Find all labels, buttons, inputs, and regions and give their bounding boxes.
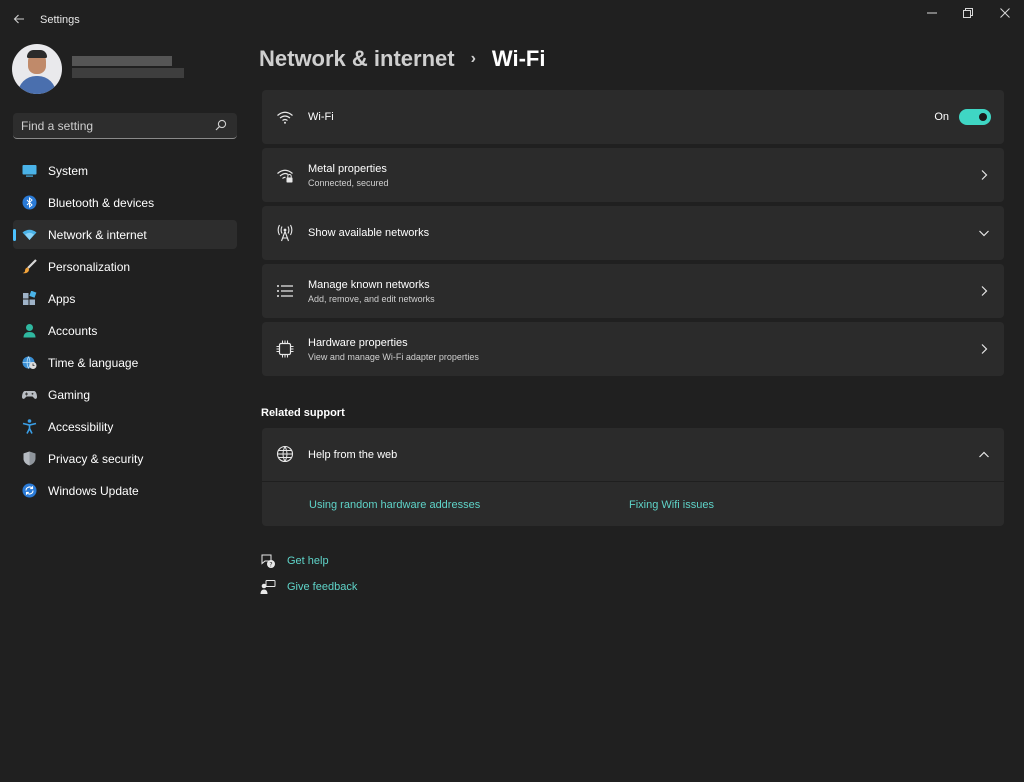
give-feedback-label: Give feedback — [287, 581, 358, 593]
sidebar-item-label: Accessibility — [48, 419, 114, 434]
chevron-right-icon — [981, 286, 988, 296]
accessibility-icon — [22, 419, 37, 434]
wifi-toggle-state: On — [934, 111, 949, 123]
antenna-icon — [277, 224, 293, 242]
sidebar-item-label: Bluetooth & devices — [48, 195, 155, 210]
list-icon — [277, 285, 293, 297]
chip-icon — [276, 340, 294, 358]
avatar — [12, 44, 62, 94]
chevron-right-icon — [981, 344, 988, 354]
network-properties-row[interactable]: Metal properties Connected, secured — [262, 148, 1004, 202]
search-box[interactable] — [13, 113, 237, 139]
globe-icon — [276, 445, 294, 463]
related-support-heading: Related support — [261, 407, 345, 419]
back-arrow-icon — [13, 14, 24, 24]
hardware-properties-subtitle: View and manage Wi-Fi adapter properties — [308, 352, 479, 362]
help-link-random-hardware-addresses[interactable]: Using random hardware addresses — [309, 499, 480, 511]
apps-icon — [23, 291, 37, 305]
wifi-toggle-switch[interactable] — [959, 109, 991, 125]
sidebar-item-system[interactable]: System — [13, 156, 237, 185]
manage-known-networks-subtitle: Add, remove, and edit networks — [308, 294, 435, 304]
sidebar-item-label: Accounts — [48, 323, 98, 338]
title-bar: Settings — [0, 0, 1024, 38]
wifi-toggle-card[interactable]: Wi-Fi On — [262, 90, 1004, 144]
sidebar-item-label: Personalization — [48, 259, 131, 274]
feedback-icon — [260, 580, 276, 594]
app-title: Settings — [40, 14, 80, 26]
hardware-properties-title: Hardware properties — [308, 337, 408, 349]
manage-known-networks-row[interactable]: Manage known networks Add, remove, and e… — [262, 264, 1004, 318]
svg-text:?: ? — [269, 561, 272, 568]
sidebar-item-personalization[interactable]: Personalization — [13, 252, 237, 281]
blurred-user-email — [72, 68, 184, 78]
breadcrumb-separator: › — [470, 50, 476, 67]
sidebar-item-label: Apps — [48, 291, 76, 306]
sidebar-nav: System Bluetooth & devices Network & int… — [13, 156, 237, 508]
restore-icon — [963, 8, 973, 18]
minimize-button[interactable] — [915, 0, 949, 26]
page-title: Wi-Fi — [491, 46, 546, 71]
network-properties-subtitle: Connected, secured — [308, 178, 389, 188]
get-help-label: Get help — [287, 555, 329, 567]
search-icon[interactable] — [215, 119, 227, 131]
wifi-icon — [277, 111, 293, 124]
sidebar-item-windows-update[interactable]: Windows Update — [13, 476, 237, 505]
sidebar-item-gaming[interactable]: Gaming — [13, 380, 237, 409]
close-button[interactable] — [988, 0, 1022, 26]
sidebar-item-accessibility[interactable]: Accessibility — [13, 412, 237, 441]
card-divider — [262, 481, 1004, 482]
update-icon — [22, 483, 37, 498]
sidebar-item-network[interactable]: Network & internet — [13, 220, 237, 249]
chevron-up-icon — [979, 451, 989, 458]
show-available-networks-title: Show available networks — [308, 227, 430, 239]
network-icon — [22, 229, 37, 240]
breadcrumb: Network & internet › Wi-Fi — [259, 46, 545, 72]
sidebar-item-accounts[interactable]: Accounts — [13, 316, 237, 345]
restore-button[interactable] — [951, 0, 985, 26]
get-help-link[interactable]: ? Get help — [260, 553, 329, 569]
help-from-web-card: Help from the web Using random hardware … — [262, 428, 1004, 526]
sidebar-item-label: Privacy & security — [48, 451, 144, 466]
minimize-icon — [927, 12, 937, 14]
network-properties-title: Metal properties — [308, 163, 387, 175]
sidebar-item-label: Time & language — [48, 355, 139, 370]
show-available-networks-row[interactable]: Show available networks — [262, 206, 1004, 260]
give-feedback-link[interactable]: Give feedback — [260, 579, 357, 595]
accounts-icon — [23, 324, 36, 338]
sidebar-item-bluetooth[interactable]: Bluetooth & devices — [13, 188, 237, 217]
chevron-down-icon — [979, 230, 989, 237]
close-icon — [1000, 8, 1010, 18]
system-icon — [22, 165, 37, 177]
help-from-web-header[interactable]: Help from the web — [262, 428, 1004, 482]
globe-clock-icon — [22, 356, 37, 369]
sidebar-item-apps[interactable]: Apps — [13, 284, 237, 313]
wifi-lock-icon — [277, 169, 293, 183]
wifi-toggle-title: Wi-Fi — [308, 111, 334, 123]
sidebar-item-label: Network & internet — [48, 227, 147, 242]
help-link-fixing-wifi-issues[interactable]: Fixing Wifi issues — [629, 499, 714, 511]
help-chat-icon: ? — [261, 554, 275, 568]
blurred-user-name — [72, 56, 172, 66]
search-input[interactable] — [21, 118, 201, 133]
shield-icon — [23, 451, 36, 466]
sidebar-item-label: Gaming — [48, 387, 91, 402]
manage-known-networks-title: Manage known networks — [308, 279, 430, 291]
sidebar-item-label: System — [48, 163, 89, 178]
back-button[interactable] — [6, 6, 32, 32]
gamepad-icon — [22, 391, 37, 399]
hardware-properties-row[interactable]: Hardware properties View and manage Wi-F… — [262, 322, 1004, 376]
brush-icon — [22, 259, 37, 274]
sidebar-item-time-language[interactable]: Time & language — [13, 348, 237, 377]
chevron-right-icon — [981, 170, 988, 180]
sidebar-item-label: Windows Update — [48, 483, 139, 498]
sidebar-item-privacy-security[interactable]: Privacy & security — [13, 444, 237, 473]
bluetooth-icon — [22, 195, 37, 210]
help-from-web-title: Help from the web — [308, 449, 398, 461]
breadcrumb-parent[interactable]: Network & internet — [259, 46, 455, 72]
